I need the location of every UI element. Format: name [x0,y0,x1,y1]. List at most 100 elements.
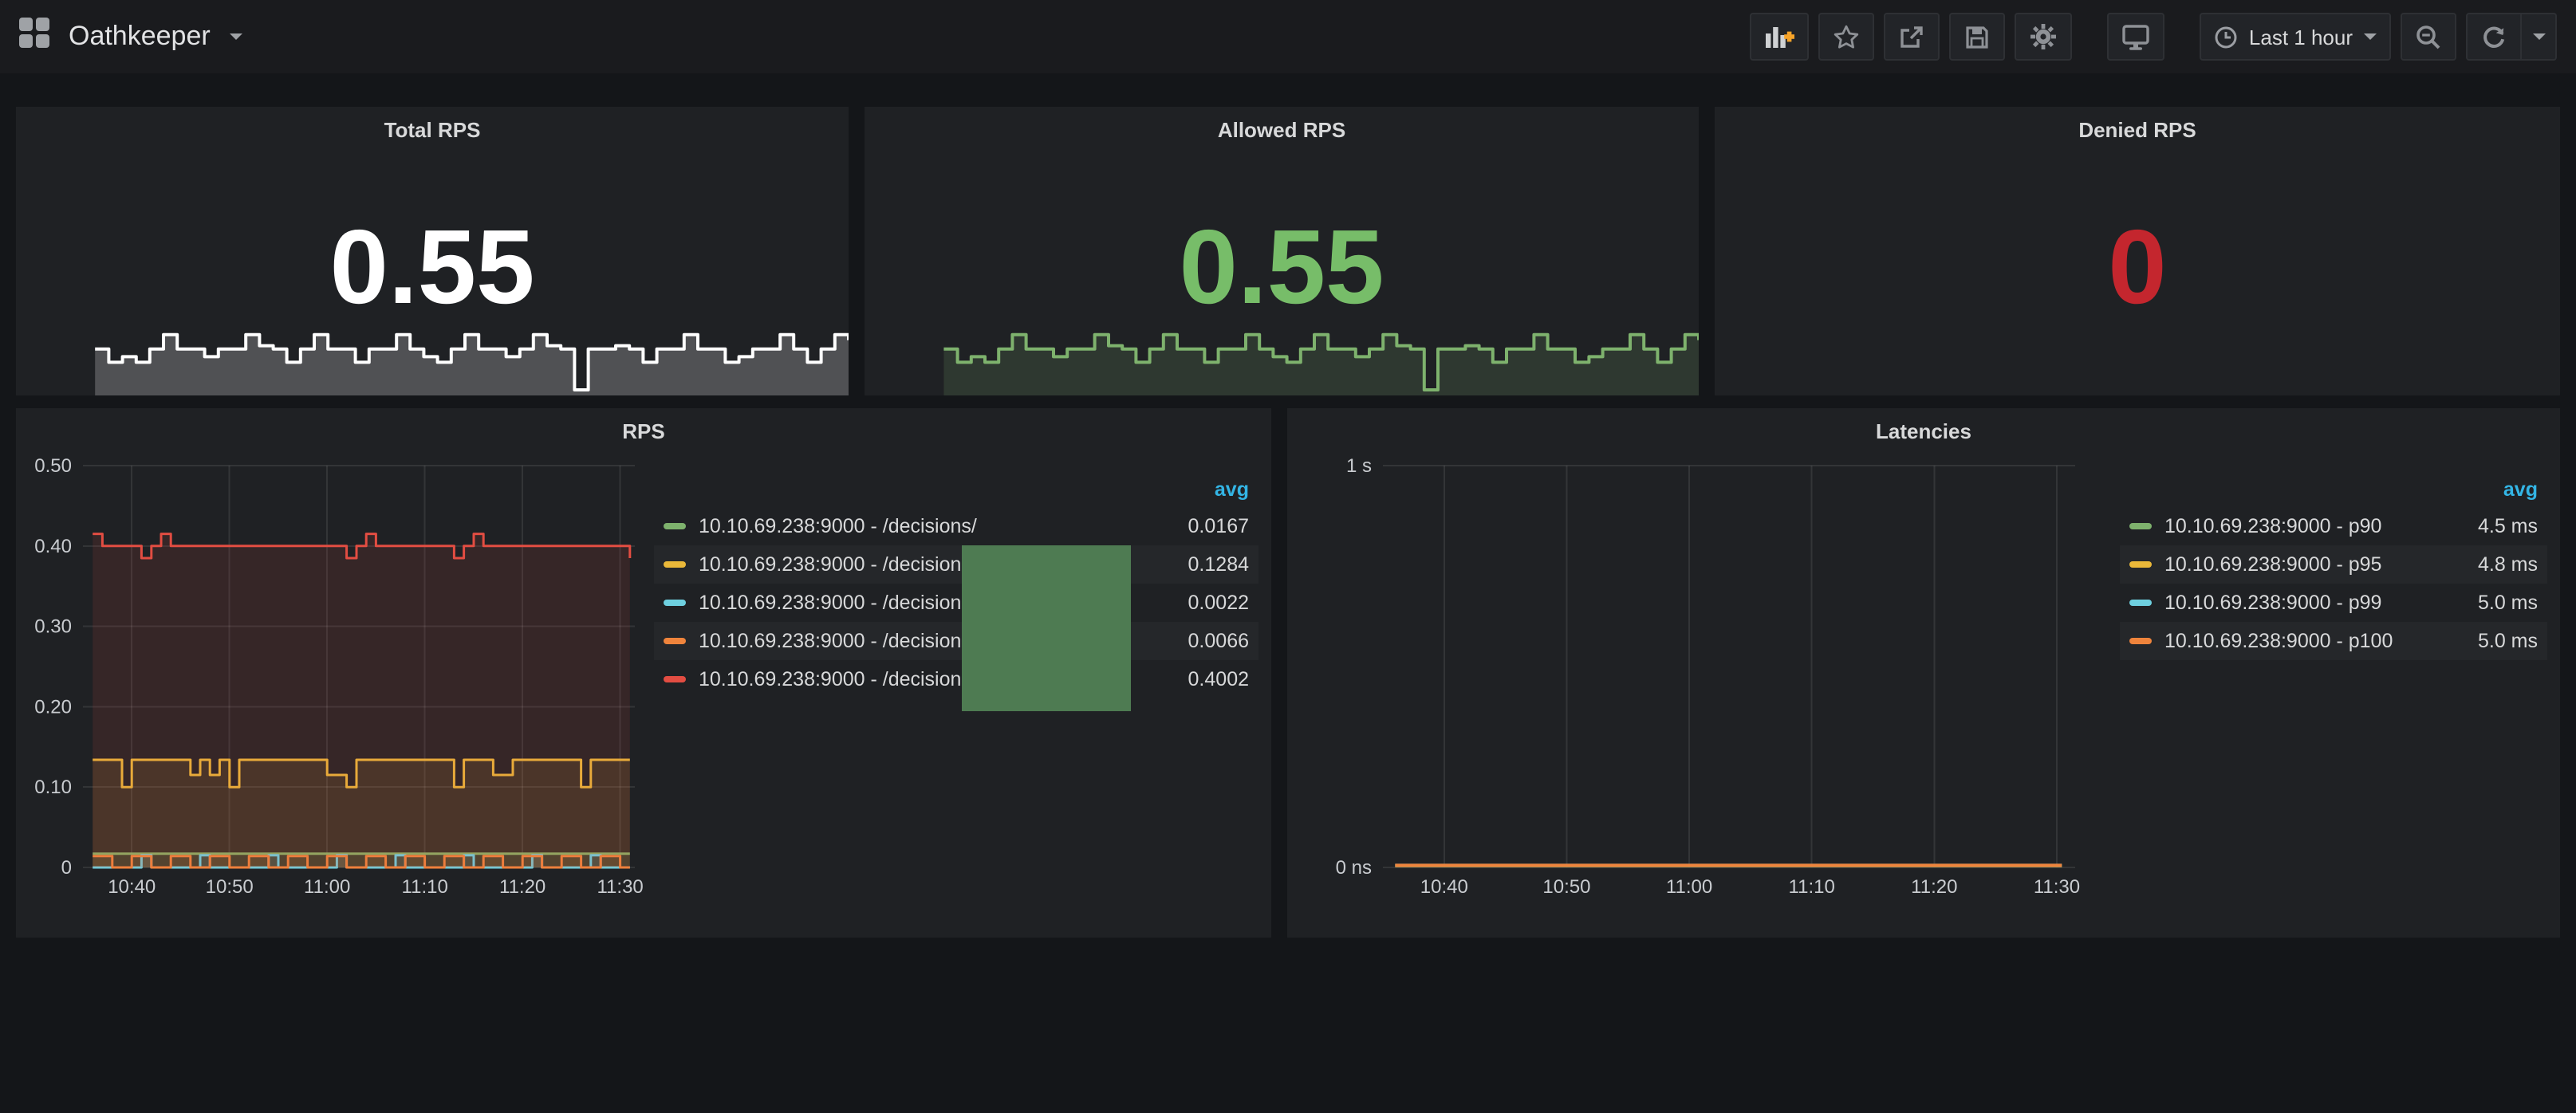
legend-row[interactable]: 10.10.69.238:9000 - /decisions/ 0.0066 [654,622,1258,660]
gear-icon [2029,22,2058,51]
series-swatch[interactable] [664,638,686,644]
svg-text:0 ns: 0 ns [1336,857,1372,879]
panel-latencies-graph: Latencies 0 ns1 s10:4010:5011:0011:1011:… [1287,408,2560,938]
share-button[interactable] [1884,13,1940,61]
series-avg-value: 4.8 ms [2439,553,2538,576]
svg-text:10:50: 10:50 [1542,876,1590,898]
zoom-out-icon [2415,23,2442,50]
series-label: 10.10.69.238:9000 - /decisions/ [699,553,977,576]
panel-total-rps: Total RPS 0.55 [16,107,849,395]
svg-text:11:20: 11:20 [1911,876,1957,898]
series-avg-value: 0.0167 [1150,515,1249,537]
legend-row[interactable]: 10.10.69.238:9000 - p90 4.5 ms [2120,507,2547,545]
navbar: Oathkeeper [0,0,2576,73]
refresh-icon [2480,23,2507,50]
series-label: 10.10.69.238:9000 - /decisions/ [699,515,977,537]
latencies-chart[interactable]: 0 ns1 s10:4010:5011:0011:1011:2011:30 [1300,453,2107,899]
series-avg-value: 5.0 ms [2439,592,2538,614]
refresh-caret-icon [2532,33,2545,40]
legend-avg-header[interactable]: avg [654,472,1258,507]
series-avg-value: 0.1284 [1150,553,1249,576]
settings-button[interactable] [2015,13,2072,61]
zoom-out-button[interactable] [2401,13,2456,61]
panel-denied-rps: Denied RPS 0 [1715,107,2560,395]
tv-icon [2121,23,2150,50]
svg-text:0.40: 0.40 [34,536,72,557]
legend-row[interactable]: 10.10.69.238:9000 - p99 5.0 ms [2120,584,2547,622]
cycle-view-button[interactable] [2107,13,2164,61]
panel-title[interactable]: Denied RPS [1715,118,2560,142]
series-label: 10.10.69.238:9000 - /decisions/ [699,592,977,614]
green-overlay-artifact [962,545,1131,711]
series-swatch[interactable] [664,676,686,682]
series-swatch[interactable] [664,561,686,568]
legend-row[interactable]: 10.10.69.238:9000 - p100 5.0 ms [2120,622,2547,660]
panel-title[interactable]: Latencies [1287,419,2560,443]
svg-text:0.10: 0.10 [34,777,72,798]
panel-rps-graph: RPS 0 0.10 0.20 0.30 0.40 0.50 10:40 10:50 11:00… [16,408,1271,938]
legend-row[interactable]: 10.10.69.238:9000 - /decisions/ 0.1284 [654,545,1258,584]
series-label: 10.10.69.238:9000 - p95 [2164,553,2381,576]
legend-row[interactable]: 10.10.69.238:9000 - p95 4.8 ms [2120,545,2547,584]
series-label: 10.10.69.238:9000 - p100 [2164,630,2393,652]
refresh-button[interactable] [2466,13,2522,61]
grafana-dashboard: Oathkeeper [0,0,2576,1113]
series-avg-value: 0.0066 [1150,630,1249,652]
allowed-rps-value: 0.55 [865,214,1699,319]
dashboard-caret-icon [230,33,242,40]
legend-avg-header[interactable]: avg [2120,472,2547,507]
series-swatch[interactable] [664,523,686,529]
denied-rps-value: 0 [1715,214,2560,319]
share-icon [1898,23,1925,50]
time-picker-button[interactable]: Last 1 hour [2200,13,2391,61]
svg-text:0: 0 [61,857,72,879]
series-swatch[interactable] [2129,561,2152,568]
svg-text:0.50: 0.50 [34,455,72,477]
dashboard-title[interactable]: Oathkeeper [69,21,211,53]
save-icon [1964,23,1991,50]
svg-text:11:00: 11:00 [1666,876,1712,898]
star-icon [1833,23,1860,50]
time-range-label: Last 1 hour [2249,25,2353,49]
dashboards-grid-icon[interactable] [19,18,49,56]
series-avg-value: 0.0022 [1150,592,1249,614]
series-label: 10.10.69.238:9000 - /decisions/ [699,668,977,690]
refresh-interval-dropdown[interactable] [2522,13,2557,61]
svg-text:10:40: 10:40 [108,876,156,898]
latencies-legend: avg 10.10.69.238:9000 - p90 4.5 ms 10.10… [2120,472,2547,660]
rps-chart[interactable]: 0 0.10 0.20 0.30 0.40 0.50 10:40 10:50 11:00 11:1… [19,453,644,899]
series-label: 10.10.69.238:9000 - p99 [2164,592,2381,614]
svg-text:10:40: 10:40 [1420,876,1468,898]
svg-text:11:00: 11:00 [304,876,350,898]
svg-text:10:50: 10:50 [206,876,254,898]
clock-icon [2214,25,2238,49]
svg-text:11:10: 11:10 [402,876,448,898]
legend-row[interactable]: 10.10.69.238:9000 - /decisions/ 0.4002 [654,660,1258,698]
panel-title[interactable]: Allowed RPS [865,118,1699,142]
panel-allowed-rps: Allowed RPS 0.55 [865,107,1699,395]
series-avg-value: 5.0 ms [2439,630,2538,652]
svg-text:11:30: 11:30 [597,876,643,898]
series-label: 10.10.69.238:9000 - p90 [2164,515,2381,537]
series-swatch[interactable] [2129,600,2152,606]
add-panel-icon [1764,22,1794,51]
panel-title[interactable]: RPS [16,419,1271,443]
save-button[interactable] [1949,13,2005,61]
series-swatch[interactable] [664,600,686,606]
rps-legend: avg 10.10.69.238:9000 - /decisions/ 0.01… [654,472,1258,698]
svg-text:0.20: 0.20 [34,696,72,718]
series-swatch[interactable] [2129,523,2152,529]
legend-row[interactable]: 10.10.69.238:9000 - /decisions/ 0.0022 [654,584,1258,622]
add-panel-button[interactable] [1750,13,1809,61]
svg-text:0.30: 0.30 [34,616,72,638]
series-swatch[interactable] [2129,638,2152,644]
time-picker-caret-icon [2364,33,2377,40]
legend-row[interactable]: 10.10.69.238:9000 - /decisions/ 0.0167 [654,507,1258,545]
allowed-rps-sparkline [865,322,1699,395]
svg-text:11:10: 11:10 [1789,876,1835,898]
panel-title[interactable]: Total RPS [16,118,849,142]
svg-text:11:30: 11:30 [2034,876,2080,898]
star-button[interactable] [1818,13,1874,61]
total-rps-sparkline [16,322,849,395]
svg-text:11:20: 11:20 [499,876,546,898]
